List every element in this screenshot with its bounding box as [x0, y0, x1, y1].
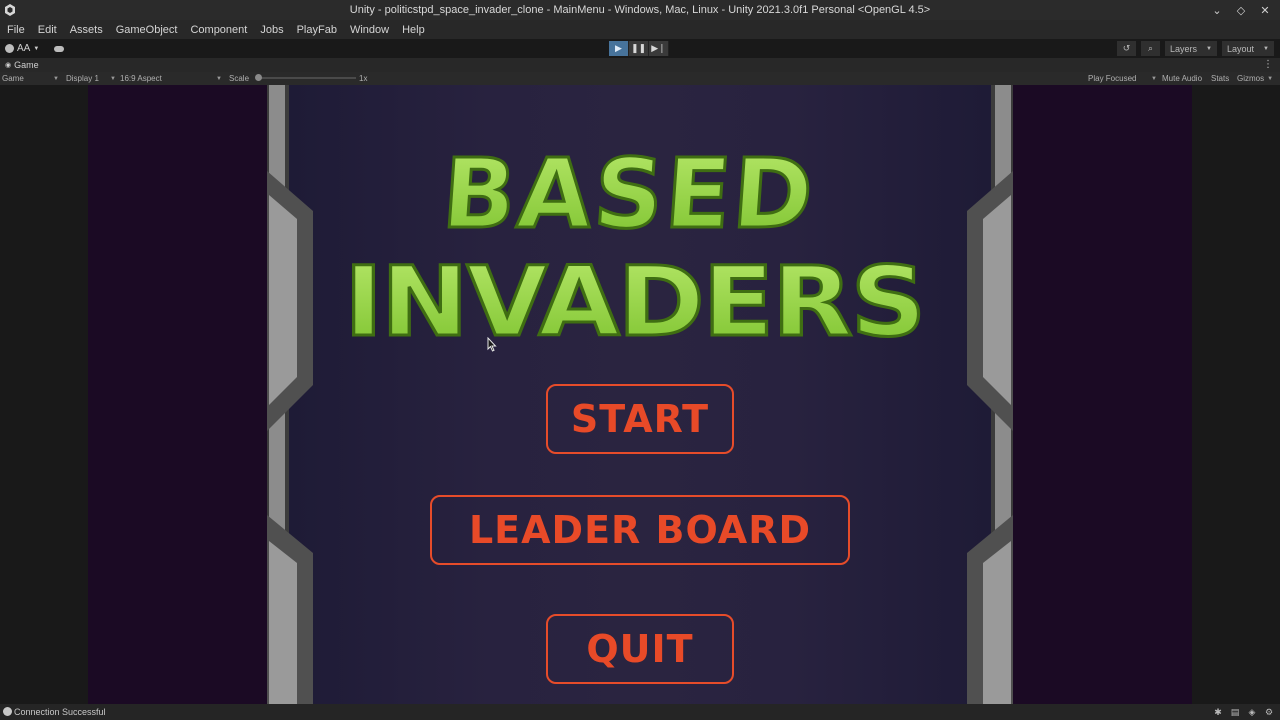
- right-pillar-decoration: [967, 85, 1013, 704]
- play-focused-label: Play Focused: [1088, 74, 1137, 83]
- pause-icon: ❚❚: [630, 43, 647, 53]
- start-button[interactable]: START: [546, 384, 734, 454]
- play-focused-dropdown[interactable]: Play Focused ▼: [1088, 72, 1157, 85]
- tab-game[interactable]: ◉ Game: [0, 58, 42, 72]
- history-icon: ↺: [1122, 43, 1131, 53]
- unity-logo-icon: [5, 4, 15, 16]
- gizmos-label: Gizmos: [1237, 74, 1265, 83]
- layers-dropdown[interactable]: Layers ▼: [1165, 41, 1217, 56]
- menu-file[interactable]: File: [7, 24, 25, 36]
- game-logo: BASED INVADERS: [343, 137, 928, 357]
- info-icon: [3, 707, 12, 716]
- layout-label: Layout: [1227, 43, 1255, 54]
- progress-icon[interactable]: ▤: [1229, 706, 1241, 718]
- toolbar-right: ↺ ⌕ Layers ▼ Layout ▼: [1117, 41, 1274, 56]
- menu-bar: File Edit Assets GameObject Component Jo…: [0, 20, 1280, 39]
- menu-edit[interactable]: Edit: [38, 24, 57, 36]
- network-icon[interactable]: ◈: [1246, 706, 1258, 718]
- left-pillar-decoration: [267, 85, 313, 704]
- aspect-dropdown[interactable]: 16:9 Aspect ▼: [120, 72, 222, 85]
- search-button[interactable]: ⌕: [1141, 41, 1160, 56]
- account-dropdown[interactable]: AA ▼: [5, 41, 45, 56]
- game-controller-icon: ◉: [5, 62, 12, 69]
- menu-gameobject[interactable]: GameObject: [116, 24, 178, 36]
- leaderboard-button[interactable]: LEADER BOARD: [430, 495, 850, 565]
- main-toolbar: AA ▼ ▶ ❚❚ ▶❘ ↺ ⌕ Layers ▼ Layout ▼: [0, 39, 1280, 58]
- tab-bar: ◉ Game ⋮: [0, 58, 1280, 72]
- chevron-down-icon: ▼: [33, 45, 40, 52]
- mouse-cursor-icon: [487, 337, 497, 352]
- scale-slider-handle[interactable]: [255, 74, 262, 81]
- game-viewport[interactable]: BASED INVADERS START LEADER BOARD QUIT: [0, 85, 1280, 704]
- menu-assets[interactable]: Assets: [70, 24, 103, 36]
- chevron-down-icon: ▼: [53, 75, 59, 82]
- status-icons: ✱ ▤ ◈ ⚙: [1212, 706, 1275, 718]
- close-icon[interactable]: ✕: [1258, 3, 1272, 17]
- aspect-label: 16:9 Aspect: [120, 74, 162, 83]
- cloud-icon: [54, 45, 64, 52]
- search-icon: ⌕: [1147, 43, 1154, 53]
- status-message[interactable]: Connection Successful: [14, 707, 106, 717]
- menu-window[interactable]: Window: [350, 24, 389, 36]
- menu-jobs[interactable]: Jobs: [260, 24, 283, 36]
- chevron-down-icon: ▼: [110, 75, 116, 82]
- account-label: AA: [17, 43, 31, 54]
- window-title-bar: Unity - politicstpd_space_invader_clone …: [0, 0, 1280, 20]
- quit-button[interactable]: QUIT: [546, 614, 734, 684]
- play-icon: ▶: [615, 43, 622, 53]
- window-controls: ⌄ ◇ ✕: [1210, 0, 1272, 20]
- mute-audio-toggle[interactable]: Mute Audio: [1162, 72, 1202, 85]
- pause-button[interactable]: ❚❚: [629, 41, 649, 56]
- game-view-toolbar: Game ▼ Display 1 ▼ 16:9 Aspect ▼ Scale 1…: [0, 72, 1280, 85]
- menu-playfab[interactable]: PlayFab: [297, 24, 337, 36]
- layout-dropdown[interactable]: Layout ▼: [1222, 41, 1274, 56]
- minimize-icon[interactable]: ⌄: [1210, 3, 1224, 17]
- display-label: Display 1: [66, 74, 99, 83]
- layers-label: Layers: [1170, 43, 1198, 54]
- history-button[interactable]: ↺: [1117, 41, 1136, 56]
- logo-line-1: BASED: [439, 138, 819, 250]
- account-icon: [5, 44, 14, 53]
- game-mode-label: Game: [2, 74, 24, 83]
- bug-icon[interactable]: ✱: [1212, 706, 1224, 718]
- chevron-down-icon: ▼: [216, 75, 222, 82]
- scale-label: Scale: [229, 74, 250, 83]
- stats-toggle[interactable]: Stats: [1211, 72, 1229, 85]
- chevron-down-icon: ▼: [1267, 75, 1274, 82]
- gizmos-toggle[interactable]: Gizmos ▼: [1237, 72, 1273, 85]
- tab-game-label: Game: [14, 60, 39, 70]
- logo-line-2: INVADERS: [344, 246, 924, 357]
- chevron-down-icon: ▼: [1206, 45, 1212, 52]
- play-controls: ▶ ❚❚ ▶❘: [609, 41, 669, 56]
- menu-component[interactable]: Component: [190, 24, 247, 36]
- step-button[interactable]: ▶❘: [649, 41, 669, 56]
- settings-icon[interactable]: ⚙: [1263, 706, 1275, 718]
- scale-value: 1x: [359, 74, 368, 83]
- chevron-down-icon: ▼: [1151, 75, 1157, 82]
- display-dropdown[interactable]: Display 1 ▼: [66, 72, 116, 85]
- step-icon: ▶❘: [651, 43, 666, 53]
- cloud-button[interactable]: [50, 41, 68, 56]
- chevron-down-icon: ▼: [1263, 45, 1269, 52]
- game-frame: BASED INVADERS START LEADER BOARD QUIT: [267, 85, 1013, 704]
- game-screen[interactable]: BASED INVADERS START LEADER BOARD QUIT: [88, 85, 1192, 704]
- window-title: Unity - politicstpd_space_invader_clone …: [349, 4, 931, 16]
- play-button[interactable]: ▶: [609, 41, 629, 56]
- menu-help[interactable]: Help: [402, 24, 425, 36]
- scale-slider[interactable]: [255, 74, 356, 81]
- status-bar: Connection Successful ✱ ▤ ◈ ⚙: [0, 704, 1280, 720]
- game-mode-dropdown[interactable]: Game ▼: [2, 72, 59, 85]
- more-options-icon[interactable]: ⋮: [1263, 59, 1273, 70]
- maximize-icon[interactable]: ◇: [1234, 3, 1248, 17]
